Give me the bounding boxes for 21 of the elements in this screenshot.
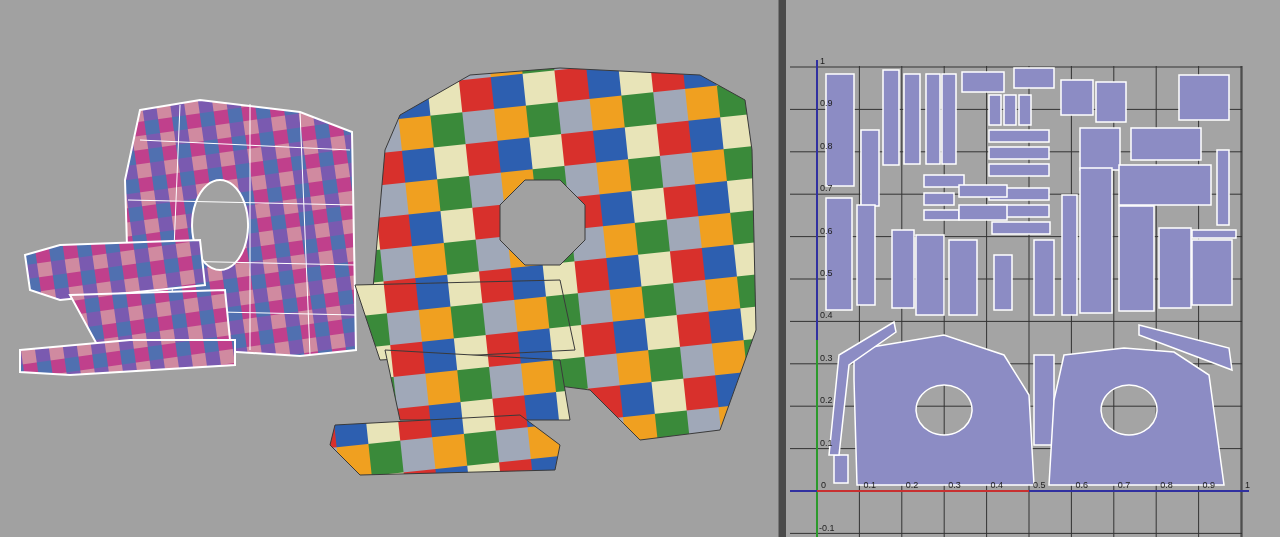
axis-tick-label: 0.4: [990, 480, 1004, 490]
axis-tick-label: 0.5: [820, 268, 833, 278]
axis-tick-label: 0.1: [863, 480, 876, 490]
axis-tick-label: 0.2: [820, 395, 833, 406]
axis-tick-label: 0.9: [1202, 480, 1216, 490]
axis-tick-label: 0.3: [948, 480, 961, 490]
axis-tick-label: 1: [1245, 480, 1250, 490]
axis-tick-label: 0.8: [1160, 480, 1173, 490]
axis-tick-label: 0.3: [820, 352, 833, 363]
axis-tick-label: 0.6: [1075, 480, 1088, 490]
axis-tick-label: 0.5: [1033, 480, 1046, 490]
axis-tick-label: 0.4: [820, 310, 833, 321]
axis-tick-label: 0.6: [820, 225, 833, 236]
axis-tick-label: 0: [821, 480, 826, 490]
axis-tick-label: -0.1: [819, 523, 835, 534]
axis-tick-label: 0.8: [820, 140, 833, 151]
axis-tick-label: 0.2: [905, 480, 919, 490]
axis-tick-label: 0.7: [1117, 480, 1131, 490]
axis-tick-label: 1: [820, 56, 825, 66]
axis-tick-label: 0.7: [820, 183, 833, 194]
axis-tick-label: 0.9: [820, 98, 833, 109]
